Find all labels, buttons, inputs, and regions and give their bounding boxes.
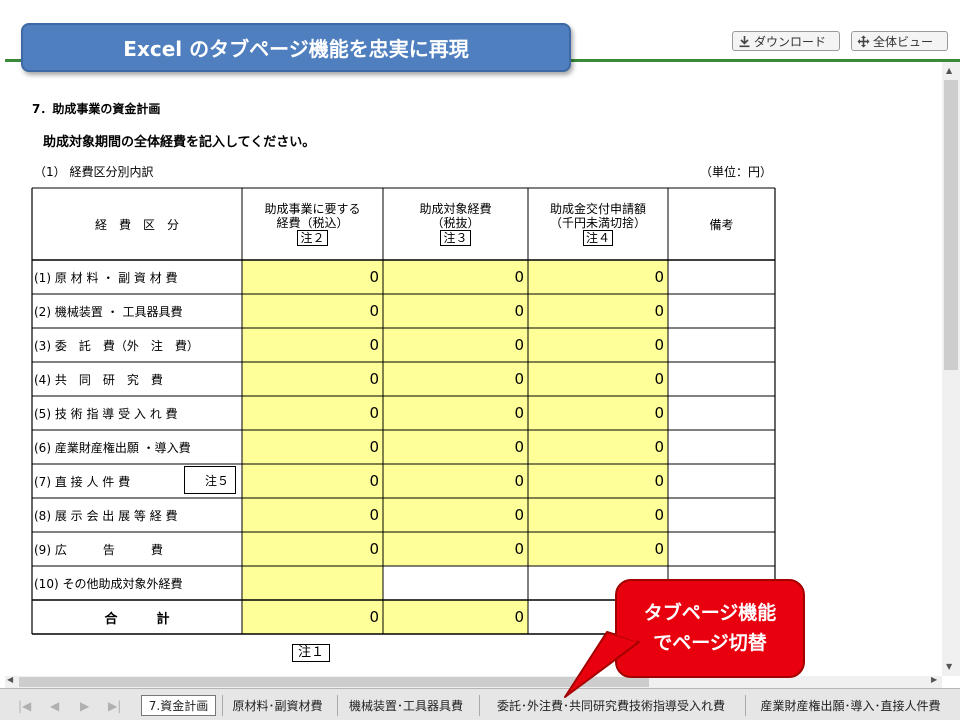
row-label: (10) その他助成対象外経費 [34,576,183,591]
value-cell[interactable]: 0 [242,396,379,430]
vertical-scroll-thumb[interactable] [944,80,958,370]
header-col3: 助成金交付申請額 （千円未満切捨） 注４ [549,202,646,246]
value-cell[interactable]: 0 [242,294,379,328]
download-button[interactable]: ダウンロード [732,31,840,51]
value-cell[interactable]: 0 [528,294,664,328]
callout-line-2: でページ切替 [653,632,767,654]
row-label: (2) 機械装置 ・ 工具器具費 [34,304,183,319]
horizontal-scrollbar[interactable]: ◀ ▶ [5,675,942,688]
prev-sheet-icon[interactable]: ◀ [50,699,59,713]
scroll-left-icon[interactable]: ◀ [7,675,13,684]
tab-feature-callout: タブページ機能 でページ切替 [615,579,805,678]
value-cell[interactable] [383,566,524,600]
value-cell[interactable]: 0 [242,260,379,294]
value-cell[interactable]: 0 [528,430,664,464]
header-note-col2: 注３ [440,230,471,246]
next-sheet-icon[interactable]: ▶ [80,699,89,713]
download-icon [739,35,750,47]
value-cell[interactable]: 0 [242,498,379,532]
total-value-cell[interactable]: 0 [242,600,379,634]
value-cell[interactable]: 0 [383,294,524,328]
row-label: (4) 共 同 研 究 費 [34,372,163,387]
header-col2: 助成対象経費 （税抜） 注３ [419,202,492,246]
row-label: (6) 産業財産権出願 ・導入費 [34,440,191,455]
header-category: 経 費 区 分 [94,217,179,232]
tab-kikai-souchi[interactable]: 機械装置･工具器具費 [337,695,474,716]
value-cell[interactable]: 0 [383,362,524,396]
value-cell[interactable]: 0 [383,498,524,532]
total-label: 合 計 [104,611,170,627]
overview-button[interactable]: 全体ビュー [851,31,948,51]
value-cell[interactable]: 0 [242,464,379,498]
feature-banner: Excel のタブページ機能を忠実に再現 [21,23,571,72]
value-cell[interactable]: 0 [528,396,664,430]
scroll-up-icon[interactable]: ▲ [946,66,952,75]
value-cell[interactable]: 0 [242,328,379,362]
value-cell[interactable]: 0 [383,430,524,464]
scroll-down-icon[interactable]: ▼ [946,662,952,671]
value-cell[interactable]: 0 [383,396,524,430]
value-cell[interactable] [242,566,379,600]
row-label: (5) 技 術 指 導 受 入 れ 費 [34,406,178,421]
vertical-scrollbar[interactable]: ▲ ▼ [942,62,960,676]
first-sheet-icon[interactable]: |◀ [18,699,31,713]
row-label: (1) 原 材 料 ・ 副 資 材 費 [34,270,178,285]
banner-title: Excel のタブページ機能を忠実に再現 [123,37,469,61]
total-value-cell[interactable]: 0 [383,600,524,634]
value-cell[interactable]: 0 [383,328,524,362]
value-cell[interactable]: 0 [242,532,379,566]
footnote-note-1: 注１ [292,644,331,662]
tab-shikin-keikaku[interactable]: 7.資金計画 [141,695,216,716]
header-remarks: 備考 [709,217,734,232]
header-note-col1: 注２ [297,230,328,246]
value-cell[interactable]: 0 [383,464,524,498]
value-cell[interactable]: 0 [528,464,664,498]
value-cell[interactable]: 0 [528,328,664,362]
tab-sangyo-zaisan[interactable]: 産業財産権出願･導入･直接人件費 [745,695,955,716]
scroll-right-icon[interactable]: ▶ [931,675,937,684]
value-cell[interactable]: 0 [528,498,664,532]
value-cell[interactable]: 0 [528,362,664,396]
value-cell[interactable]: 0 [242,362,379,396]
row-label: (8) 展 示 会 出 展 等 経 費 [34,508,178,523]
tab-itaku-gaichu[interactable]: 委託･外注費･共同研究費技術指導受入れ費 [479,695,742,716]
spreadsheet-area[interactable]: 7．助成事業の資金計画 助成対象期間の全体経費を記入してください。 （1） 経費… [5,62,942,676]
value-cell[interactable]: 0 [383,260,524,294]
value-cell[interactable]: 0 [242,430,379,464]
move-arrows-icon [857,35,870,47]
note-5-box: 注５ [184,466,236,494]
download-label: ダウンロード [754,34,827,49]
horizontal-scroll-thumb[interactable] [19,677,649,687]
row-label: (3) 委 託 費（外 注 費） [34,338,199,353]
header-note-col3: 注４ [582,230,613,246]
value-cell[interactable]: 0 [383,532,524,566]
callout-line-1: タブページ機能 [643,602,777,624]
tab-genzairyo[interactable]: 原材料･副資材費 [222,695,332,716]
value-cell[interactable]: 0 [528,532,664,566]
header-col1: 助成事業に要する 経費（税込） 注２ [264,202,361,246]
value-cell[interactable]: 0 [528,260,664,294]
row-label: (7) 直 接 人 件 費 [34,474,131,489]
overview-label: 全体ビュー [873,34,934,49]
sheet-tab-bar: |◀ ◀ ▶ ▶| 7.資金計画 原材料･副資材費 機械装置･工具器具費 委託･… [0,688,960,720]
last-sheet-icon[interactable]: ▶| [108,699,121,713]
row-label: (9) 広 告 費 [34,542,163,557]
